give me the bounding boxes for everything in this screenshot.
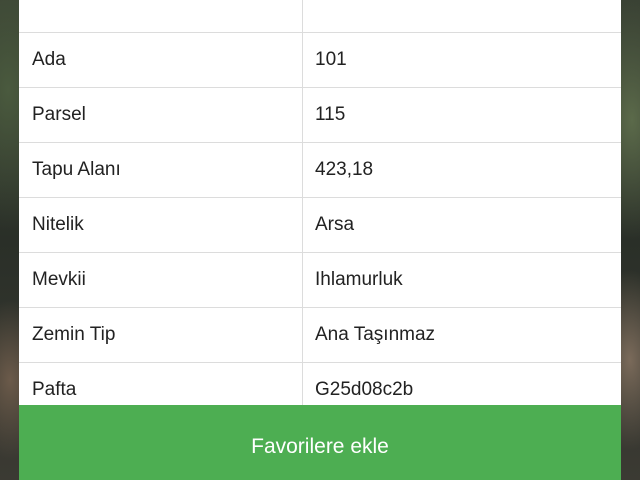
row-label: Zemin Tip [19, 308, 303, 362]
table-row: Ada 101 [19, 32, 621, 87]
table-row [19, 0, 621, 32]
row-label: Mevkii [19, 253, 303, 307]
parcel-info-table: Ada 101 Parsel 115 Tapu Alanı 423,18 Nit… [19, 0, 621, 417]
row-value: 423,18 [315, 159, 374, 180]
row-value: Arsa [315, 214, 355, 235]
row-label: Nitelik [19, 198, 303, 252]
row-label: Tapu Alanı [19, 143, 303, 197]
table-row: Mevkii Ihlamurluk [19, 252, 621, 307]
row-value [303, 0, 621, 32]
row-label: Parsel [19, 88, 303, 142]
add-to-favorites-button[interactable]: Favorilere ekle [19, 405, 621, 480]
table-row: Nitelik Arsa [19, 197, 621, 252]
table-row: Tapu Alanı 423,18 [19, 142, 621, 197]
row-value: Ihlamurluk [315, 269, 403, 290]
table-row: Zemin Tip Ana Taşınmaz [19, 307, 621, 362]
row-value: 115 [315, 104, 346, 125]
row-value: 101 [315, 49, 347, 70]
table-row: Parsel 115 [19, 87, 621, 142]
row-label [19, 0, 303, 32]
row-value: Ana Taşınmaz [315, 324, 436, 345]
row-label: Ada [19, 33, 303, 87]
